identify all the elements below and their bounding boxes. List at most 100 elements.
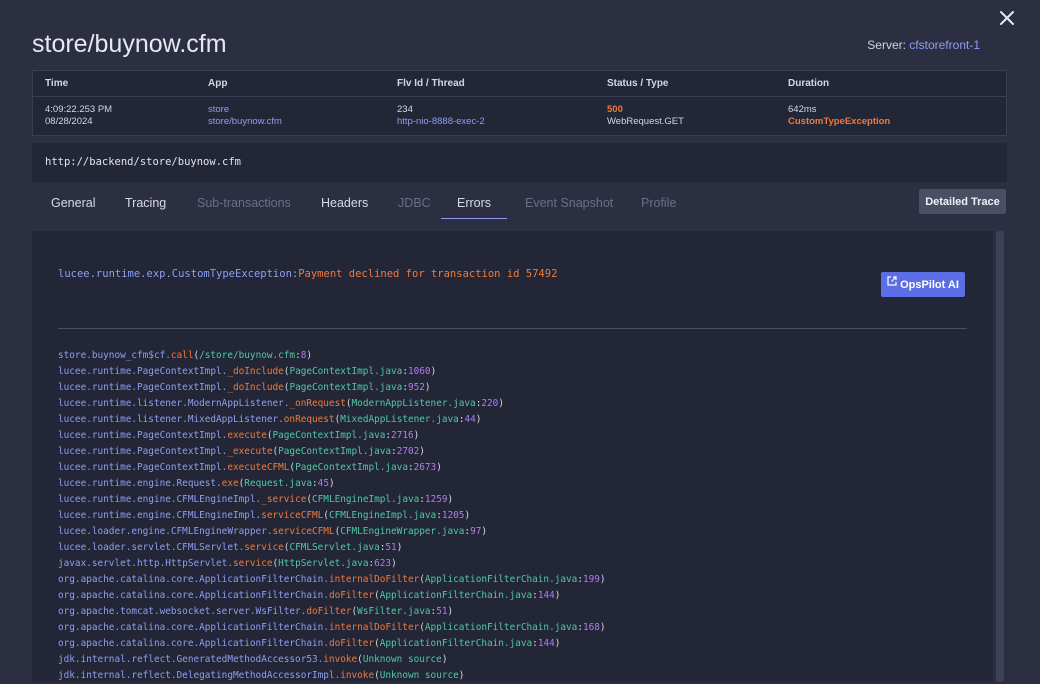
frame-file: Unknown source — [362, 654, 442, 665]
frame-paren-close: ) — [554, 590, 561, 601]
header-duration: Duration — [788, 78, 830, 89]
frame-line-number: 2702 — [396, 446, 420, 457]
stack-frame: org.apache.catalina.core.ApplicationFilt… — [58, 588, 606, 604]
frame-paren-close: ) — [436, 462, 442, 473]
server-label: Server: — [867, 38, 906, 52]
frame-file: PageContextImpl.java — [295, 462, 408, 473]
frame-paren-close: ) — [424, 382, 431, 393]
detailed-trace-button[interactable]: Detailed Trace — [919, 189, 1006, 214]
stack-frame: lucee.runtime.listener.MixedAppListener.… — [58, 412, 606, 428]
frame-class: lucee.runtime.listener.MixedAppListener. — [58, 414, 284, 425]
frame-paren-close: ) — [475, 414, 482, 425]
frame-class: lucee.runtime.engine.Request. — [58, 478, 222, 489]
opspilot-label: OpsPilot AI — [900, 279, 959, 291]
frame-class: org.apache.catalina.core.ApplicationFilt… — [58, 622, 329, 633]
section-divider — [58, 328, 967, 329]
stack-frame: lucee.runtime.PageContextImpl._doInclude… — [58, 380, 606, 396]
summary-divider — [33, 96, 1006, 97]
frame-paren-close: ) — [419, 446, 425, 457]
stack-frame: lucee.runtime.engine.CFMLEngineImpl._ser… — [58, 492, 606, 508]
stack-frame: lucee.runtime.PageContextImpl.executeCFM… — [58, 460, 606, 476]
frame-file: Unknown source — [379, 670, 459, 681]
frame-class: lucee.runtime.PageContextImpl. — [58, 430, 228, 441]
frame-method: internalDoFilter — [328, 574, 420, 585]
header-flv-thread: Flv Id / Thread — [397, 78, 465, 89]
frame-paren-close: ) — [328, 478, 335, 489]
frame-file: PageContextImpl.java — [278, 446, 392, 457]
frame-class: org.apache.catalina.core.ApplicationFilt… — [58, 638, 329, 649]
thread-link[interactable]: http-nio-8888-exec-2 — [397, 116, 485, 127]
close-icon[interactable] — [996, 7, 1018, 29]
transaction-summary: Time App Flv Id / Thread Status / Type D… — [32, 70, 1007, 136]
opspilot-ai-button[interactable]: OpsPilot AI — [881, 272, 965, 297]
frame-class: lucee.runtime.listener.ModernAppListener… — [58, 398, 290, 409]
frame-file: ApplicationFilterChain.java — [424, 622, 578, 633]
request-type: WebRequest.GET — [607, 116, 684, 127]
frame-method: execute — [227, 430, 267, 441]
frame-class: org.apache.catalina.core.ApplicationFilt… — [58, 590, 329, 601]
frame-line-number: 51 — [436, 606, 448, 617]
exception-header: lucee.runtime.exp.CustomTypeException:Pa… — [58, 268, 557, 280]
stack-frame: lucee.runtime.listener.ModernAppListener… — [58, 396, 606, 412]
app-link[interactable]: store — [208, 104, 229, 115]
stack-frame: lucee.runtime.PageContextImpl._doInclude… — [58, 364, 606, 380]
time-value: 4:09:22.253 PM — [45, 104, 113, 115]
header-status-type: Status / Type — [607, 78, 669, 89]
header-time: Time — [45, 78, 69, 89]
stack-trace: store.buynow_cfm$cf.call(/store/buynow.c… — [58, 348, 606, 684]
frame-file: ApplicationFilterChain.java — [424, 574, 578, 585]
frame-class: lucee.loader.servlet.CFMLServlet. — [58, 542, 245, 553]
header-app: App — [208, 78, 228, 89]
stack-frame: lucee.loader.engine.CFMLEngineWrapper.se… — [58, 524, 606, 540]
tab-tracing[interactable]: Tracing — [125, 188, 166, 218]
frame-line-number: 44 — [464, 414, 476, 425]
frame-paren-close: ) — [464, 510, 471, 521]
date-value: 08/28/2024 — [45, 116, 93, 127]
frame-line-number: 1205 — [441, 510, 465, 521]
frame-paren-close: ) — [391, 558, 397, 569]
frame-file: CFMLEngineWrapper.java — [340, 526, 465, 537]
frame-line-number: 2716 — [391, 430, 414, 441]
frame-class: lucee.loader.engine.CFMLEngineWrapper. — [58, 526, 273, 537]
stack-frame: store.buynow_cfm$cf.call(/store/buynow.c… — [58, 348, 606, 364]
frame-method: service — [232, 558, 273, 569]
tab-headers[interactable]: Headers — [321, 188, 368, 218]
frame-paren-close: ) — [481, 526, 488, 537]
app-path-link[interactable]: store/buynow.cfm — [208, 116, 282, 127]
frame-class: jdk.internal.reflect.DelegatingMethodAcc… — [58, 670, 341, 681]
frame-method: doFilter — [328, 590, 375, 601]
status-code: 500 — [607, 104, 623, 115]
frame-file: ModernAppListener.java — [351, 398, 476, 409]
scrollbar[interactable] — [996, 231, 1004, 682]
stack-frame: lucee.loader.servlet.CFMLServlet.service… — [58, 540, 606, 556]
frame-class: org.apache.catalina.core.ApplicationFilt… — [58, 574, 329, 585]
frame-method: service — [244, 542, 284, 553]
frame-file: WsFilter.java — [357, 606, 431, 617]
frame-line-number: 952 — [407, 382, 425, 393]
frame-method: _onRequest — [289, 398, 346, 409]
tab-errors[interactable]: Errors — [441, 188, 507, 219]
tab-general[interactable]: General — [51, 188, 95, 218]
request-url: http://backend/store/buynow.cfm — [32, 143, 1007, 182]
frame-method: _service — [261, 494, 307, 505]
frame-file: Request.java — [244, 478, 313, 489]
frame-method: invoke — [340, 670, 375, 681]
frame-method: invoke — [323, 654, 358, 665]
frame-line-number: 97 — [470, 526, 482, 537]
frame-method: serviceCFML — [272, 526, 335, 537]
external-link-icon — [887, 271, 897, 296]
frame-class: store.buynow_cfm$cf. — [58, 350, 171, 361]
frame-method: _execute — [227, 446, 273, 457]
frame-paren-close: ) — [441, 654, 448, 665]
frame-file: MixedAppListener.java — [340, 414, 459, 425]
errors-panel: lucee.runtime.exp.CustomTypeException:Pa… — [32, 231, 993, 682]
frame-paren-close: ) — [554, 638, 561, 649]
frame-method: internalDoFilter — [328, 622, 420, 633]
frame-paren-close: ) — [599, 574, 606, 585]
frame-line-number: 45 — [317, 478, 329, 489]
server-link[interactable]: cfstorefront-1 — [909, 38, 980, 52]
frame-line-number: 199 — [582, 574, 600, 585]
tab-sub-transactions: Sub-transactions — [197, 196, 291, 210]
stack-frame: lucee.runtime.engine.CFMLEngineImpl.serv… — [58, 508, 606, 524]
frame-file: ApplicationFilterChain.java — [379, 638, 533, 649]
